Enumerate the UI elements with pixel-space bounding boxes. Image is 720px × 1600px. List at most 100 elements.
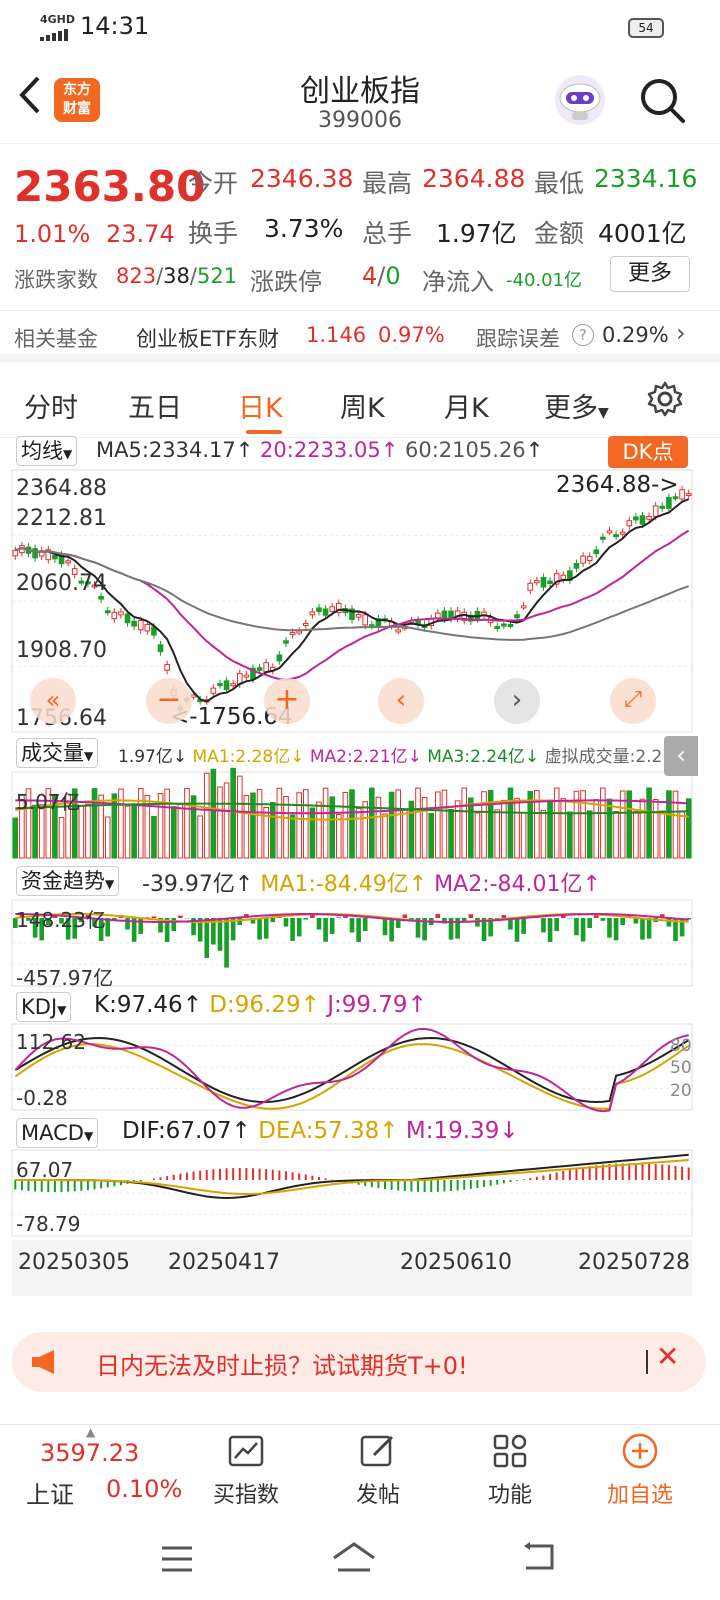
dk-point-button[interactable]: DK点 bbox=[608, 436, 688, 468]
volume-bar bbox=[217, 786, 223, 859]
candle-body bbox=[540, 576, 547, 588]
bottom-toolbar: ▲ 3597.23 上证 0.10% 买指数 发帖 功能 加自选 bbox=[0, 1424, 720, 1520]
fund-trend-bar bbox=[151, 916, 157, 918]
volume-bar bbox=[349, 789, 355, 859]
fund-trend-selector[interactable]: 资金趋势▼ bbox=[16, 866, 120, 896]
banner-text: 日内无法及时止损？试试期货T+0! bbox=[96, 1352, 468, 1380]
netflow-label: 净流入 bbox=[422, 268, 494, 296]
search-icon[interactable] bbox=[638, 76, 688, 130]
candle-body bbox=[309, 611, 316, 616]
candle-body bbox=[580, 555, 586, 564]
add-watchlist-button[interactable]: 加自选 bbox=[600, 1431, 680, 1509]
home-icon[interactable] bbox=[330, 1540, 378, 1578]
tab-more[interactable]: 更多▼ bbox=[544, 386, 609, 425]
battery-icon: 54 bbox=[628, 18, 664, 38]
status-bar: 4GHD 14:31 54 bbox=[0, 0, 720, 56]
more-button[interactable]: 更多 bbox=[610, 256, 690, 292]
chart-trend-icon bbox=[228, 1435, 264, 1467]
menu-icon[interactable] bbox=[160, 1544, 194, 1578]
volume-bar bbox=[368, 787, 375, 859]
caret-down-icon: ▼ bbox=[63, 447, 73, 461]
volume-bar bbox=[170, 806, 177, 859]
macd-selector[interactable]: MACD▼ bbox=[16, 1118, 99, 1148]
candle-body bbox=[104, 610, 111, 614]
volume-bar bbox=[12, 817, 19, 859]
breadth-down: 521 bbox=[196, 264, 238, 288]
functions-button[interactable]: 功能 bbox=[470, 1431, 550, 1509]
ma-selector[interactable]: 均线▼ bbox=[16, 436, 78, 466]
candle-body bbox=[652, 505, 659, 517]
network-indicator: 4GHD bbox=[40, 13, 76, 26]
volume-bar bbox=[567, 811, 573, 859]
help-icon[interactable]: ? bbox=[572, 324, 594, 346]
fund-trend-bar bbox=[356, 918, 361, 942]
zoom-in-button[interactable]: + bbox=[264, 678, 310, 724]
ma-selector-label: 均线 bbox=[21, 439, 63, 463]
fund-trend-bar bbox=[613, 918, 619, 941]
candle-body bbox=[243, 674, 250, 678]
volume-bar bbox=[494, 809, 501, 859]
fund-trend-bar bbox=[257, 918, 262, 940]
volume-bar bbox=[137, 787, 144, 859]
close-icon[interactable]: ✕ bbox=[656, 1340, 679, 1373]
volume-selector[interactable]: 成交量▼ bbox=[16, 738, 99, 768]
fund-trend-bar bbox=[646, 918, 652, 939]
zoom-out-button[interactable]: − bbox=[146, 678, 192, 724]
tab-weekly-k[interactable]: 周K bbox=[340, 386, 385, 425]
volume-bar bbox=[91, 788, 98, 859]
vol-ma2: MA2:2.21亿 bbox=[309, 747, 408, 767]
step-left-button[interactable]: ‹ bbox=[378, 678, 424, 724]
candle-body bbox=[98, 595, 104, 600]
breadth-up: 823 bbox=[116, 264, 157, 288]
candle-body bbox=[666, 496, 672, 509]
candle-body bbox=[137, 619, 144, 631]
tab-monthly-k[interactable]: 月K bbox=[444, 386, 489, 425]
buy-index-button[interactable]: 买指数 bbox=[206, 1431, 286, 1509]
battery-level: 54 bbox=[638, 21, 654, 35]
post-button[interactable]: 发帖 bbox=[338, 1431, 418, 1509]
fullscreen-icon[interactable]: ⤢ bbox=[610, 678, 656, 724]
step-right-button[interactable]: › bbox=[494, 678, 540, 724]
candle-body bbox=[514, 614, 520, 619]
fund-trend-bar bbox=[125, 918, 130, 930]
promo-banner[interactable]: 日内无法及时止损？试试期货T+0! ✕ bbox=[12, 1332, 706, 1392]
candle-body bbox=[52, 554, 58, 560]
chart-area[interactable]: 均线▼ MA5:2334.17↑ 20:2233.05↑ 60:2105.26↑… bbox=[0, 436, 720, 1320]
amount-label: 金额 bbox=[534, 219, 585, 248]
back-nav-icon[interactable] bbox=[520, 1542, 556, 1576]
kdj-selector[interactable]: KDJ▼ bbox=[16, 992, 72, 1022]
tab-five-day[interactable]: 五日 bbox=[128, 386, 182, 425]
limit-values: 4/0 bbox=[362, 262, 401, 290]
candle-body bbox=[494, 626, 501, 630]
kdj-selector-label: KDJ bbox=[21, 995, 58, 1019]
candle-body bbox=[256, 667, 263, 671]
fund-trend-bar bbox=[468, 914, 474, 918]
settings-gear-icon[interactable] bbox=[646, 380, 684, 422]
candle-body bbox=[289, 631, 296, 636]
fund-trend-bar bbox=[336, 917, 342, 918]
related-fund-row[interactable]: 相关基金 创业板ETF东财 1.146 0.97% 跟踪误差 ? 0.29% › bbox=[0, 310, 720, 362]
volume-bar bbox=[487, 789, 494, 859]
sh-index-percent[interactable]: 0.10% bbox=[106, 1475, 182, 1503]
candle-body bbox=[679, 489, 685, 500]
scroll-left-fast-button[interactable]: « bbox=[30, 678, 76, 724]
volume-bar bbox=[540, 809, 547, 859]
grid-icon bbox=[493, 1434, 527, 1468]
sh-index-name[interactable]: 上证 bbox=[26, 1475, 74, 1510]
tab-daily-k[interactable]: 日K bbox=[238, 386, 283, 425]
collapse-panel-button[interactable]: ‹ bbox=[664, 736, 698, 776]
sh-index-value[interactable]: 3597.23 bbox=[40, 1439, 139, 1467]
volume-bar bbox=[210, 768, 217, 859]
tab-more-label: 更多 bbox=[544, 393, 598, 424]
fund-trend-bar bbox=[435, 914, 441, 918]
robot-avatar-icon[interactable] bbox=[552, 72, 608, 128]
breadth-values: 823/38/521 bbox=[116, 264, 238, 288]
candle-body bbox=[296, 630, 302, 634]
volume-bar bbox=[448, 808, 454, 859]
volume-bar bbox=[474, 812, 481, 859]
tab-intraday[interactable]: 分时 bbox=[24, 386, 78, 425]
fund-trend-bar bbox=[554, 918, 559, 931]
active-tab-indicator bbox=[246, 430, 282, 434]
fund-trend-bar bbox=[270, 918, 276, 923]
volume-bar bbox=[659, 810, 666, 859]
